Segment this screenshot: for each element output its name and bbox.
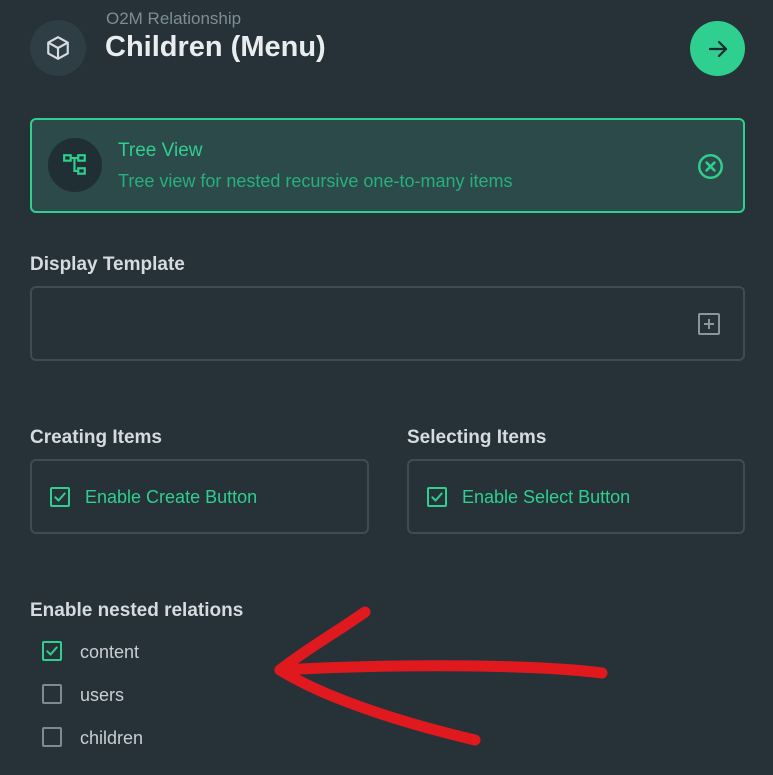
enable-select-checkbox[interactable]: Enable Select Button [407, 459, 745, 534]
page-title: Children (Menu) [105, 31, 326, 63]
checkbox-unchecked-icon [42, 684, 62, 704]
interface-title: Tree View [118, 140, 203, 161]
display-template-label: Display Template [30, 254, 185, 275]
enable-select-label: Enable Select Button [462, 487, 631, 507]
header-subtitle: O2M Relationship [106, 9, 242, 28]
interface-card-tree-view[interactable]: Tree View Tree view for nested recursive… [30, 118, 745, 213]
close-circle-icon[interactable] [696, 152, 724, 180]
nested-relations-label: Enable nested relations [30, 600, 244, 621]
creating-items-label: Creating Items [30, 427, 162, 448]
nested-item-label: content [80, 642, 140, 662]
checkbox-checked-icon [50, 487, 70, 507]
selecting-items-label: Selecting Items [407, 427, 547, 448]
tree-icon [48, 138, 102, 192]
page: O2M Relationship Children (Menu) Tree Vi… [0, 0, 773, 775]
display-template-input[interactable] [30, 286, 745, 361]
checkbox-checked-icon [427, 487, 447, 507]
checkbox-unchecked-icon [42, 727, 62, 747]
nested-item-label: children [80, 728, 144, 748]
arrow-right-icon [708, 40, 727, 57]
nested-item-label: users [80, 685, 125, 705]
red-arrow-annotation [274, 606, 608, 746]
checkbox-checked-icon [42, 641, 62, 661]
box-icon [30, 20, 86, 76]
continue-button[interactable] [690, 21, 745, 76]
plus-square-icon[interactable] [697, 312, 721, 336]
enable-create-label: Enable Create Button [85, 487, 258, 507]
interface-description: Tree view for nested recursive one-to-ma… [118, 171, 513, 191]
enable-create-checkbox[interactable]: Enable Create Button [30, 459, 369, 534]
